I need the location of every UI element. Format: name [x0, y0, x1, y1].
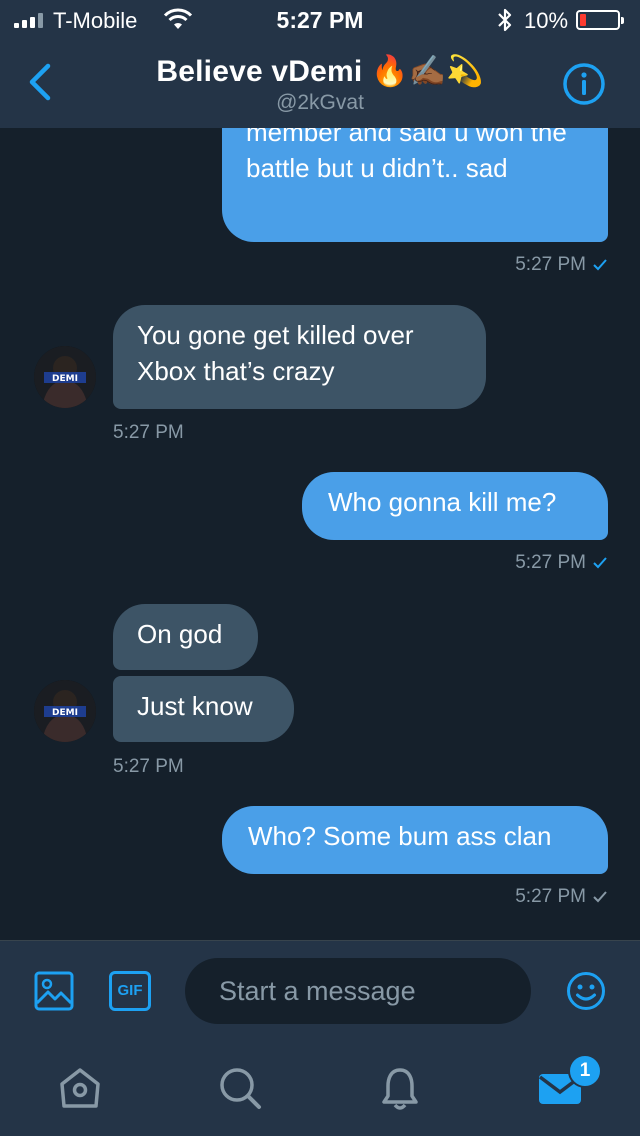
- info-icon[interactable]: [562, 62, 606, 106]
- battery-percent: 10%: [524, 8, 569, 33]
- conversation-title-block[interactable]: Believe vDemi 🔥✍🏾💫 @2kGvat: [0, 54, 640, 115]
- outgoing-message[interactable]: Who gonna kill me?: [302, 472, 608, 540]
- message-text: Who gonna kill me?: [328, 487, 557, 517]
- read-check-icon: [593, 557, 607, 569]
- message-text: You gone get killed over Xbox that’s cra…: [137, 320, 414, 386]
- home-icon[interactable]: [56, 1064, 104, 1112]
- message-meta: 5:27 PM: [515, 552, 608, 574]
- message-time: 5:27 PM: [113, 756, 184, 777]
- message-thread[interactable]: member and said u won the battle but u d…: [0, 128, 640, 940]
- message-meta: 5:27 PM: [113, 756, 184, 778]
- message-text: member and said u won the battle but u d…: [246, 128, 567, 183]
- message-meta: 5:27 PM: [113, 422, 184, 444]
- conversation-title: Believe vDemi 🔥✍🏾💫: [156, 55, 484, 88]
- notifications-bell-icon[interactable]: [376, 1064, 424, 1112]
- avatar[interactable]: DEMI: [34, 680, 96, 742]
- message-text: Just know: [137, 691, 253, 721]
- conversation-header: T-Mobile 5:27 PM 10% Believe vDemi 🔥✍🏾💫 …: [0, 0, 640, 128]
- sent-check-icon: [593, 891, 607, 903]
- emoji-icon[interactable]: [566, 971, 606, 1011]
- message-text: On god: [137, 619, 223, 649]
- search-icon[interactable]: [216, 1064, 264, 1112]
- incoming-message[interactable]: On god: [113, 604, 258, 670]
- bluetooth-icon: [498, 8, 512, 32]
- avatar-image: DEMI: [34, 680, 96, 742]
- read-check-icon: [593, 259, 607, 271]
- incoming-message[interactable]: You gone get killed over Xbox that’s cra…: [113, 305, 486, 409]
- message-time: 5:27 PM: [515, 254, 586, 275]
- gif-button[interactable]: GIF: [109, 971, 151, 1011]
- avatar[interactable]: DEMI: [34, 346, 96, 408]
- outgoing-message[interactable]: Who? Some bum ass clan: [222, 806, 608, 874]
- message-time: 5:27 PM: [113, 422, 184, 443]
- message-time: 5:27 PM: [515, 552, 586, 573]
- message-time: 5:27 PM: [515, 886, 586, 907]
- conversation-handle: @2kGvat: [276, 91, 364, 114]
- battery-icon: [576, 10, 624, 30]
- message-text: Who? Some bum ass clan: [248, 821, 552, 851]
- outgoing-message[interactable]: member and said u won the battle but u d…: [222, 128, 608, 242]
- message-input[interactable]: Start a message: [185, 958, 531, 1024]
- message-meta: 5:27 PM: [515, 886, 608, 908]
- avatar-label: DEMI: [52, 708, 78, 718]
- message-composer: GIF Start a message: [0, 940, 640, 1040]
- tab-bar: [0, 1040, 640, 1136]
- message-meta: 5:27 PM: [515, 254, 608, 276]
- messages-unread-badge: 1: [568, 1054, 602, 1088]
- avatar-label: DEMI: [52, 374, 78, 384]
- incoming-message[interactable]: Just know: [113, 676, 294, 742]
- avatar-image: DEMI: [34, 346, 96, 408]
- status-bar: T-Mobile 5:27 PM 10%: [0, 0, 640, 40]
- image-icon[interactable]: [34, 971, 74, 1011]
